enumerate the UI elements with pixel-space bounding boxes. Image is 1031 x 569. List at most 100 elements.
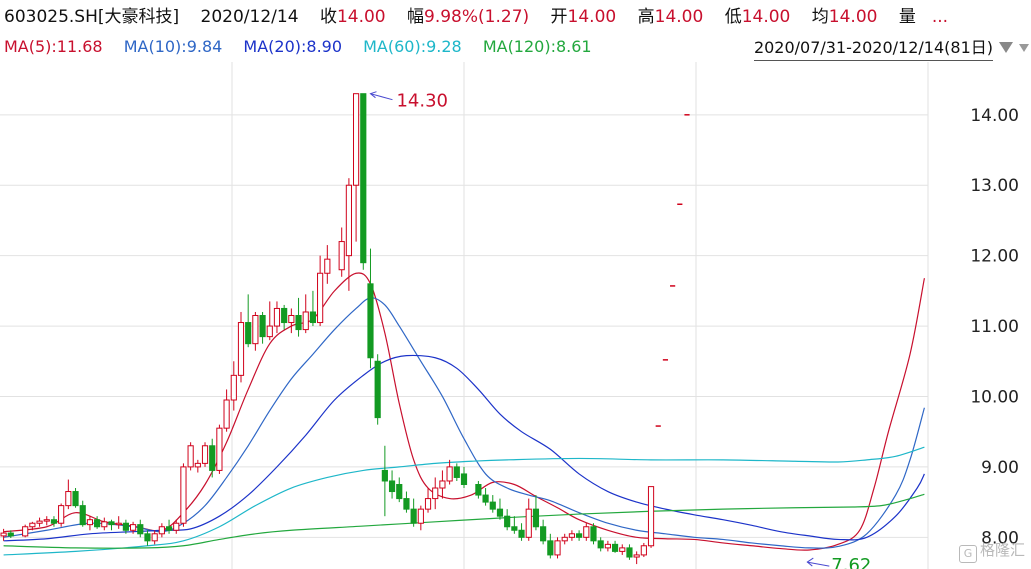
candle-down	[309, 311, 317, 324]
ma-legend: MA(5):11.68 MA(10):9.84 MA(20):8.90 MA(6…	[4, 34, 592, 60]
ma120-label: MA(120):8.61	[482, 37, 592, 56]
candle-down	[72, 491, 79, 507]
y-tick-label: 10.00	[970, 387, 1019, 407]
close-label: 收	[319, 7, 337, 27]
candle-up	[446, 466, 453, 482]
candle-up	[338, 241, 345, 271]
chart-header: 603025.SH[大豪科技] 2020/12/14 收14.00 幅9.98%…	[0, 0, 1031, 62]
candle-down	[396, 484, 403, 500]
candle-up	[151, 533, 158, 542]
candle-down	[79, 505, 86, 526]
candle-up	[173, 522, 180, 531]
candle-down	[590, 526, 597, 542]
candle-up	[424, 498, 432, 510]
candle-up	[568, 533, 575, 538]
low-arrow-head	[806, 557, 814, 567]
candle-up	[583, 526, 590, 538]
stock-code-name[interactable]: 603025.SH[大豪科技]	[4, 7, 179, 27]
candle-up	[353, 93, 360, 186]
candle-down	[597, 540, 604, 549]
candle-down	[360, 93, 367, 264]
menu-arrow-icon[interactable]	[1019, 44, 1029, 52]
candle-down	[7, 532, 14, 537]
candlestick-chart[interactable]: 8.009.0010.0011.0012.0013.0014.00 14.307…	[0, 62, 1031, 569]
candle-up	[86, 519, 94, 526]
watermark-text: 格隆汇	[979, 541, 1025, 559]
change-label: 幅	[407, 7, 425, 27]
candle-up	[22, 526, 29, 537]
candle-down	[403, 498, 410, 510]
y-axis: 8.009.0010.0011.0012.0013.0014.00	[970, 106, 1019, 549]
candle-up	[439, 480, 446, 489]
candle-down	[94, 519, 101, 528]
grid	[0, 62, 929, 569]
candle-up	[187, 445, 194, 468]
candle-up	[317, 272, 324, 324]
candle-up	[0, 532, 7, 537]
candle-down	[489, 501, 496, 510]
candle-down	[482, 494, 489, 503]
candle-up	[216, 427, 223, 471]
candle-down	[626, 547, 633, 558]
candle-down	[165, 526, 173, 531]
candle-down	[511, 526, 518, 531]
candle-down	[576, 533, 583, 538]
candle-up	[158, 526, 165, 535]
candle-up	[201, 445, 209, 464]
candle-up	[36, 520, 43, 524]
candle-up	[324, 258, 331, 274]
candle-up	[29, 522, 36, 528]
candle-down	[410, 508, 417, 524]
candle-up	[101, 521, 108, 528]
date-range-selector[interactable]: 2020/07/31-2020/12/14(81日)	[753, 36, 993, 61]
candle-up	[180, 466, 187, 524]
candle-up	[561, 536, 568, 542]
change-value: 9.98%(1.27)	[424, 7, 530, 27]
volume-value: ...	[931, 7, 949, 27]
candle-down	[108, 521, 115, 526]
candle-down	[504, 515, 511, 528]
close-value: 14.00	[336, 7, 386, 27]
candle-down	[475, 484, 482, 496]
candle-up	[633, 554, 640, 558]
candle-up	[432, 487, 439, 500]
candle-up	[619, 547, 626, 552]
candle-up	[43, 519, 50, 522]
quote-date: 2020/12/14	[200, 7, 299, 27]
candle-up	[230, 374, 237, 401]
candle-up	[525, 508, 532, 538]
ma20-label: MA(20):8.90	[243, 37, 343, 56]
candle-down	[532, 508, 540, 528]
candle-up	[129, 524, 137, 531]
candle-up	[640, 545, 647, 556]
candle-down	[281, 307, 288, 324]
candle-up	[58, 505, 65, 524]
candle-down	[259, 315, 266, 338]
candle-down	[611, 543, 619, 552]
candle-up	[302, 311, 309, 331]
candle-down	[453, 466, 460, 478]
dropdown-arrow-icon[interactable]	[999, 42, 1013, 53]
ma5-label: MA(5):11.68	[4, 37, 103, 56]
candle-up	[266, 325, 273, 338]
low-label: 低	[724, 7, 742, 27]
y-tick-label: 14.00	[970, 106, 1019, 126]
y-tick-label: 9.00	[981, 458, 1019, 478]
candle-up	[223, 399, 230, 429]
watermark-logo-icon: G	[958, 545, 977, 563]
ma10-label: MA(10):9.84	[123, 37, 223, 56]
low-value: 14.00	[741, 7, 791, 27]
candle-down	[540, 526, 547, 542]
candle-up	[647, 486, 655, 547]
candle-down	[245, 322, 252, 345]
avg-value: 14.00	[828, 7, 878, 27]
candle-up	[65, 491, 72, 507]
candle-down	[209, 445, 216, 471]
candle-up	[252, 315, 259, 345]
candle-down	[547, 540, 554, 556]
quote-row: 603025.SH[大豪科技] 2020/12/14 收14.00 幅9.98%…	[4, 4, 948, 30]
candles	[0, 93, 690, 565]
candle-down	[374, 360, 381, 419]
high-value: 14.00	[654, 7, 704, 27]
candle-up	[554, 540, 561, 556]
